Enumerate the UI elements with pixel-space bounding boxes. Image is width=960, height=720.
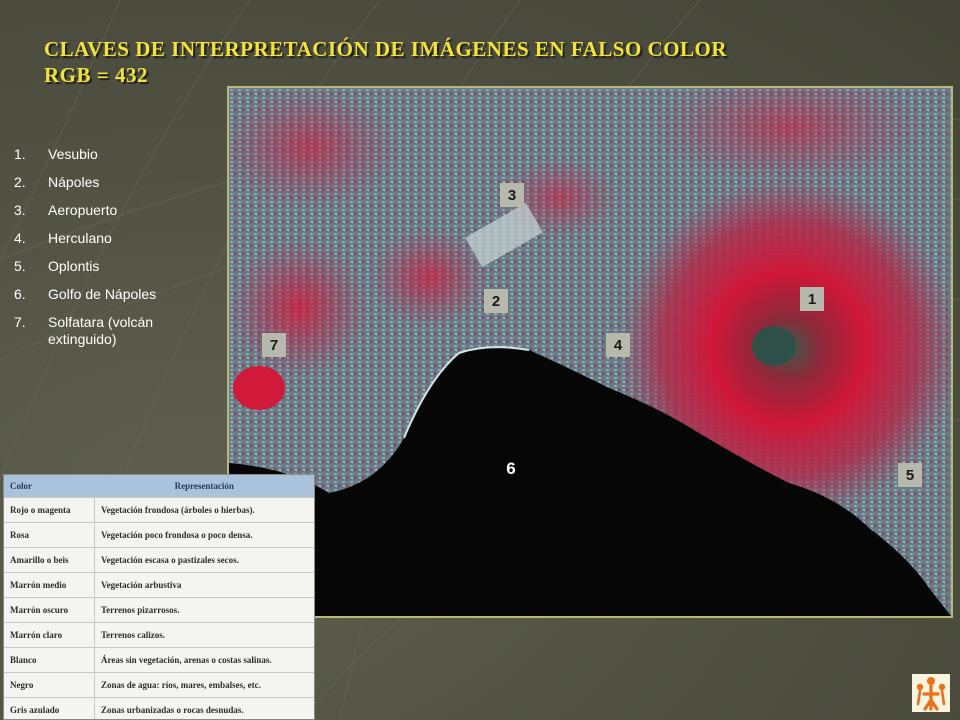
legend-number: 3. bbox=[14, 202, 26, 218]
table-cell-representation: Vegetación escasa o pastizales secos. bbox=[94, 547, 314, 573]
place-legend: 1. Vesubio 2. Nápoles 3. Aeropuerto 4. Hercu… bbox=[14, 146, 219, 359]
table-cell-color: Rosa bbox=[4, 522, 95, 548]
legend-number: 7. bbox=[14, 314, 26, 330]
legend-item: 6. Golfo de Nápoles bbox=[14, 286, 219, 303]
legend-number: 4. bbox=[14, 230, 26, 246]
legend-item: 1. Vesubio bbox=[14, 146, 219, 163]
legend-number: 2. bbox=[14, 174, 26, 190]
table-row: Rojo o magenta Vegetación frondosa (árbol… bbox=[4, 497, 314, 523]
table-row: Blanco Áreas sin vegetación, arenas o cos… bbox=[4, 647, 314, 673]
legend-item: 4. Herculano bbox=[14, 230, 219, 247]
legend-label: Nápoles bbox=[48, 174, 100, 190]
map-marker-napoles: 2 bbox=[484, 289, 508, 313]
slide-title: CLAVES DE INTERPRETACIÓN DE IMÁGENES EN … bbox=[44, 36, 904, 88]
table-row: Rosa Vegetación poco frondosa o poco dens… bbox=[4, 522, 314, 548]
map-marker-herculano: 4 bbox=[606, 333, 630, 357]
table-cell-color: Marrón medio bbox=[4, 572, 95, 598]
legend-number: 1. bbox=[14, 146, 26, 162]
map-marker-golfo: 6 bbox=[506, 459, 516, 478]
legend-label: Aeropuerto bbox=[48, 202, 118, 218]
table-row: Marrón oscuro Terrenos pizarrosos. bbox=[4, 597, 314, 623]
map-marker-oplontis: 5 bbox=[898, 463, 922, 487]
table-header-color: Color bbox=[4, 475, 95, 498]
legend-item: 2. Nápoles bbox=[14, 174, 219, 191]
table-row: Gris azulado Zonas urbanizadas o rocas de… bbox=[4, 697, 314, 719]
legend-label: Solfatara (volcán extinguido) bbox=[48, 314, 154, 347]
legend-item: 7. Solfatara (volcán extinguido) bbox=[14, 314, 219, 348]
legend-number: 5. bbox=[14, 258, 26, 274]
map-marker-solfatara: 7 bbox=[262, 333, 286, 357]
table-header-representation: Representación bbox=[94, 475, 314, 498]
table-cell-color: Negro bbox=[4, 672, 95, 698]
satellite-image-drawing bbox=[229, 88, 951, 616]
color-key-table: Color Representación Rojo o magenta Veget… bbox=[3, 474, 315, 720]
slide-title-line-2: RGB = 432 bbox=[44, 63, 148, 87]
map-marker-vesubio: 1 bbox=[800, 287, 824, 311]
table-cell-color: Rojo o magenta bbox=[4, 497, 95, 523]
legend-label: Herculano bbox=[48, 230, 112, 246]
table-header-row: Color Representación bbox=[4, 475, 314, 498]
table-cell-color: Marrón claro bbox=[4, 622, 95, 648]
legend-number: 6. bbox=[14, 286, 26, 302]
legend-label: Oplontis bbox=[48, 258, 100, 274]
table-cell-representation: Terrenos pizarrosos. bbox=[94, 597, 314, 623]
slide-title-line-1: CLAVES DE INTERPRETACIÓN DE IMÁGENES EN … bbox=[44, 37, 728, 61]
table-cell-representation: Vegetación frondosa (árboles o hierbas). bbox=[94, 497, 314, 523]
table-cell-representation: Áreas sin vegetación, arenas o costas sa… bbox=[94, 647, 314, 673]
table-cell-representation: Zonas de agua: ríos, mares, embalses, et… bbox=[94, 672, 314, 698]
table-cell-color: Marrón oscuro bbox=[4, 597, 95, 623]
map-marker-aeropuerto: 3 bbox=[500, 183, 524, 207]
table-row: Amarillo o beis Vegetación escasa o pasti… bbox=[4, 547, 314, 573]
legend-item: 5. Oplontis bbox=[14, 258, 219, 275]
table-row: Marrón claro Terrenos calizos. bbox=[4, 622, 314, 648]
legend-item: 3. Aeropuerto bbox=[14, 202, 219, 219]
table-cell-representation: Vegetación poco frondosa o poco densa. bbox=[94, 522, 314, 548]
table-cell-representation: Vegetación arbustiva bbox=[94, 572, 314, 598]
table-row: Marrón medio Vegetación arbustiva bbox=[4, 572, 314, 598]
table-cell-color: Blanco bbox=[4, 647, 95, 673]
satellite-image: 1 2 3 4 5 6 7 bbox=[227, 86, 953, 618]
table-cell-representation: Zonas urbanizadas o rocas desnudas. bbox=[94, 697, 314, 719]
table-cell-color: Amarillo o beis bbox=[4, 547, 95, 573]
table-row: Negro Zonas de agua: ríos, mares, embalse… bbox=[4, 672, 314, 698]
table-cell-representation: Terrenos calizos. bbox=[94, 622, 314, 648]
people-logo-icon bbox=[912, 674, 950, 712]
table-cell-color: Gris azulado bbox=[4, 697, 95, 719]
legend-label: Golfo de Nápoles bbox=[48, 286, 157, 302]
legend-label: Vesubio bbox=[48, 146, 98, 162]
